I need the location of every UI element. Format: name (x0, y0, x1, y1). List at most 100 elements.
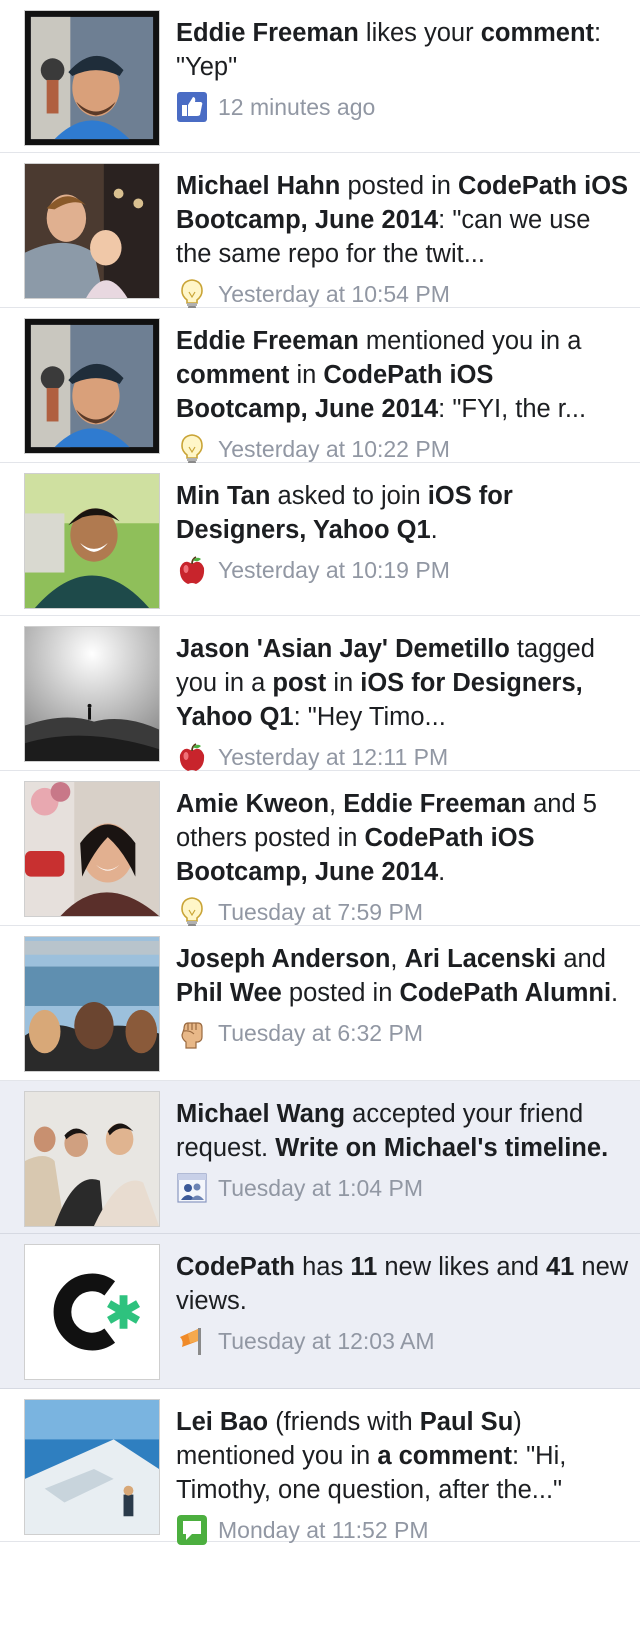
entity-name[interactable]: comment (176, 361, 289, 389)
lightbulb-icon (176, 278, 208, 310)
notification-row[interactable]: CodePath has 11 new likes and 41 new vie… (0, 1234, 640, 1389)
notification-row[interactable]: Michael Hahn posted in CodePath iOS Boot… (0, 153, 640, 311)
entity-name[interactable]: Eddie Freeman (343, 790, 526, 818)
timestamp: 12 minutes ago (218, 93, 376, 120)
text-fragment: likes your (358, 19, 481, 47)
entity-name[interactable]: Ari Lacenski (405, 945, 557, 973)
text-fragment: , (329, 790, 344, 818)
avatar[interactable] (24, 626, 160, 762)
notification-content: Amie Kweon, Eddie Freeman and 5 others p… (176, 787, 632, 929)
notification-row[interactable]: Lei Bao (friends with Paul Su) mentioned… (0, 1389, 640, 1545)
timestamp: Tuesday at 12:03 AM (218, 1327, 435, 1354)
entity-name[interactable]: post (272, 669, 326, 697)
notification-content: CodePath has 11 new likes and 41 new vie… (176, 1250, 632, 1358)
avatar[interactable] (24, 1399, 160, 1535)
entity-name[interactable]: Lei Bao (176, 1408, 268, 1436)
entity-name[interactable]: Eddie Freeman (176, 327, 359, 355)
comment-icon (176, 1514, 208, 1546)
text-fragment: (friends with (268, 1408, 420, 1436)
like-icon (176, 91, 208, 123)
notification-content: Jason 'Asian Jay' Demetillo tagged you i… (176, 632, 632, 774)
entity-name[interactable]: Michael Hahn (176, 172, 340, 200)
timestamp: Tuesday at 1:04 PM (218, 1174, 423, 1201)
entity-name[interactable]: Amie Kweon (176, 790, 329, 818)
text-fragment: in (326, 669, 361, 697)
fist-icon (176, 1017, 208, 1049)
notifications-list: Eddie Freeman likes your comment: "Yep" 1… (0, 0, 640, 1545)
entity-name[interactable]: comment (481, 19, 594, 47)
notification-text: Michael Wang accepted your friend reques… (176, 1097, 632, 1165)
notification-meta: Monday at 11:52 PM (176, 1513, 632, 1547)
text-fragment: , (390, 945, 405, 973)
avatar[interactable] (24, 10, 160, 146)
avatar[interactable] (24, 936, 160, 1072)
notification-content: Min Tan asked to join iOS for Designers,… (176, 479, 632, 587)
entity-name[interactable]: a comment (377, 1442, 512, 1470)
entity-name[interactable]: Phil Wee (176, 979, 282, 1007)
notification-meta: Tuesday at 6:32 PM (176, 1016, 632, 1050)
entity-name[interactable]: Eddie Freeman (176, 19, 359, 47)
entity-name[interactable]: Michael Wang (176, 1100, 345, 1128)
notification-meta: Tuesday at 7:59 PM (176, 895, 632, 929)
text-fragment: asked to join (270, 482, 428, 510)
avatar[interactable] (24, 163, 160, 299)
notification-content: Lei Bao (friends with Paul Su) mentioned… (176, 1405, 632, 1547)
notification-content: Eddie Freeman mentioned you in a comment… (176, 324, 632, 466)
entity-name[interactable]: 11 (350, 1253, 377, 1281)
avatar[interactable] (24, 1091, 160, 1227)
entity-name[interactable]: Jason 'Asian Jay' Demetillo (176, 635, 510, 663)
notification-content: Joseph Anderson, Ari Lacenski and Phil W… (176, 942, 632, 1050)
lightbulb-icon (176, 433, 208, 465)
text-fragment: . (438, 858, 446, 886)
notification-row[interactable]: Amie Kweon, Eddie Freeman and 5 others p… (0, 771, 640, 929)
codepath-logo[interactable] (24, 1244, 160, 1380)
timestamp: Tuesday at 6:32 PM (218, 1019, 423, 1046)
notification-row[interactable]: Jason 'Asian Jay' Demetillo tagged you i… (0, 616, 640, 771)
avatar[interactable] (24, 473, 160, 609)
notification-meta: Yesterday at 10:19 PM (176, 553, 632, 587)
text-fragment: : "FYI, the r... (438, 395, 587, 423)
notification-text: Lei Bao (friends with Paul Su) mentioned… (176, 1405, 632, 1507)
entity-name[interactable]: CodePath Alumni (399, 979, 611, 1007)
notification-text: CodePath has 11 new likes and 41 new vie… (176, 1250, 632, 1318)
notification-text: Michael Hahn posted in CodePath iOS Boot… (176, 169, 632, 271)
notification-text: Jason 'Asian Jay' Demetillo tagged you i… (176, 632, 632, 734)
notification-meta: Yesterday at 12:11 PM (176, 740, 632, 774)
notification-row[interactable]: Min Tan asked to join iOS for Designers,… (0, 463, 640, 616)
entity-name[interactable]: CodePath (176, 1253, 295, 1281)
text-fragment: . (430, 516, 438, 544)
entity-name[interactable]: Joseph Anderson (176, 945, 390, 973)
notification-row[interactable]: Eddie Freeman mentioned you in a comment… (0, 308, 640, 466)
text-fragment: . (611, 979, 619, 1007)
text-fragment: posted in (340, 172, 459, 200)
timestamp: Tuesday at 7:59 PM (218, 898, 423, 925)
avatar[interactable] (24, 781, 160, 917)
entity-name[interactable]: Min Tan (176, 482, 270, 510)
timestamp: Yesterday at 10:54 PM (218, 280, 450, 307)
notification-row[interactable]: Michael Wang accepted your friend reques… (0, 1081, 640, 1234)
entity-name[interactable]: 41 (546, 1253, 574, 1281)
notification-text: Amie Kweon, Eddie Freeman and 5 others p… (176, 787, 632, 889)
entity-name[interactable]: Write on Michael's timeline. (275, 1134, 608, 1162)
notification-meta: Tuesday at 1:04 PM (176, 1171, 632, 1205)
notification-row[interactable]: Joseph Anderson, Ari Lacenski and Phil W… (0, 926, 640, 1081)
notification-meta: Yesterday at 10:54 PM (176, 277, 632, 311)
timestamp: Yesterday at 10:22 PM (218, 435, 450, 462)
entity-name[interactable]: Paul Su (420, 1408, 514, 1436)
notification-meta: 12 minutes ago (176, 90, 632, 124)
notification-text: Min Tan asked to join iOS for Designers,… (176, 479, 632, 547)
notification-meta: Tuesday at 12:03 AM (176, 1324, 632, 1358)
timestamp: Yesterday at 10:19 PM (218, 556, 450, 583)
notification-text: Eddie Freeman likes your comment: "Yep" (176, 16, 632, 84)
text-fragment: new likes and (377, 1253, 546, 1281)
apple-icon (176, 741, 208, 773)
apple-icon (176, 554, 208, 586)
notification-text: Joseph Anderson, Ari Lacenski and Phil W… (176, 942, 632, 1010)
notification-content: Eddie Freeman likes your comment: "Yep" 1… (176, 16, 632, 124)
notification-row[interactable]: Eddie Freeman likes your comment: "Yep" 1… (0, 0, 640, 153)
text-fragment: has (295, 1253, 351, 1281)
text-fragment: and (556, 945, 606, 973)
avatar[interactable] (24, 318, 160, 454)
text-fragment: posted in (281, 979, 400, 1007)
notification-content: Michael Hahn posted in CodePath iOS Boot… (176, 169, 632, 311)
